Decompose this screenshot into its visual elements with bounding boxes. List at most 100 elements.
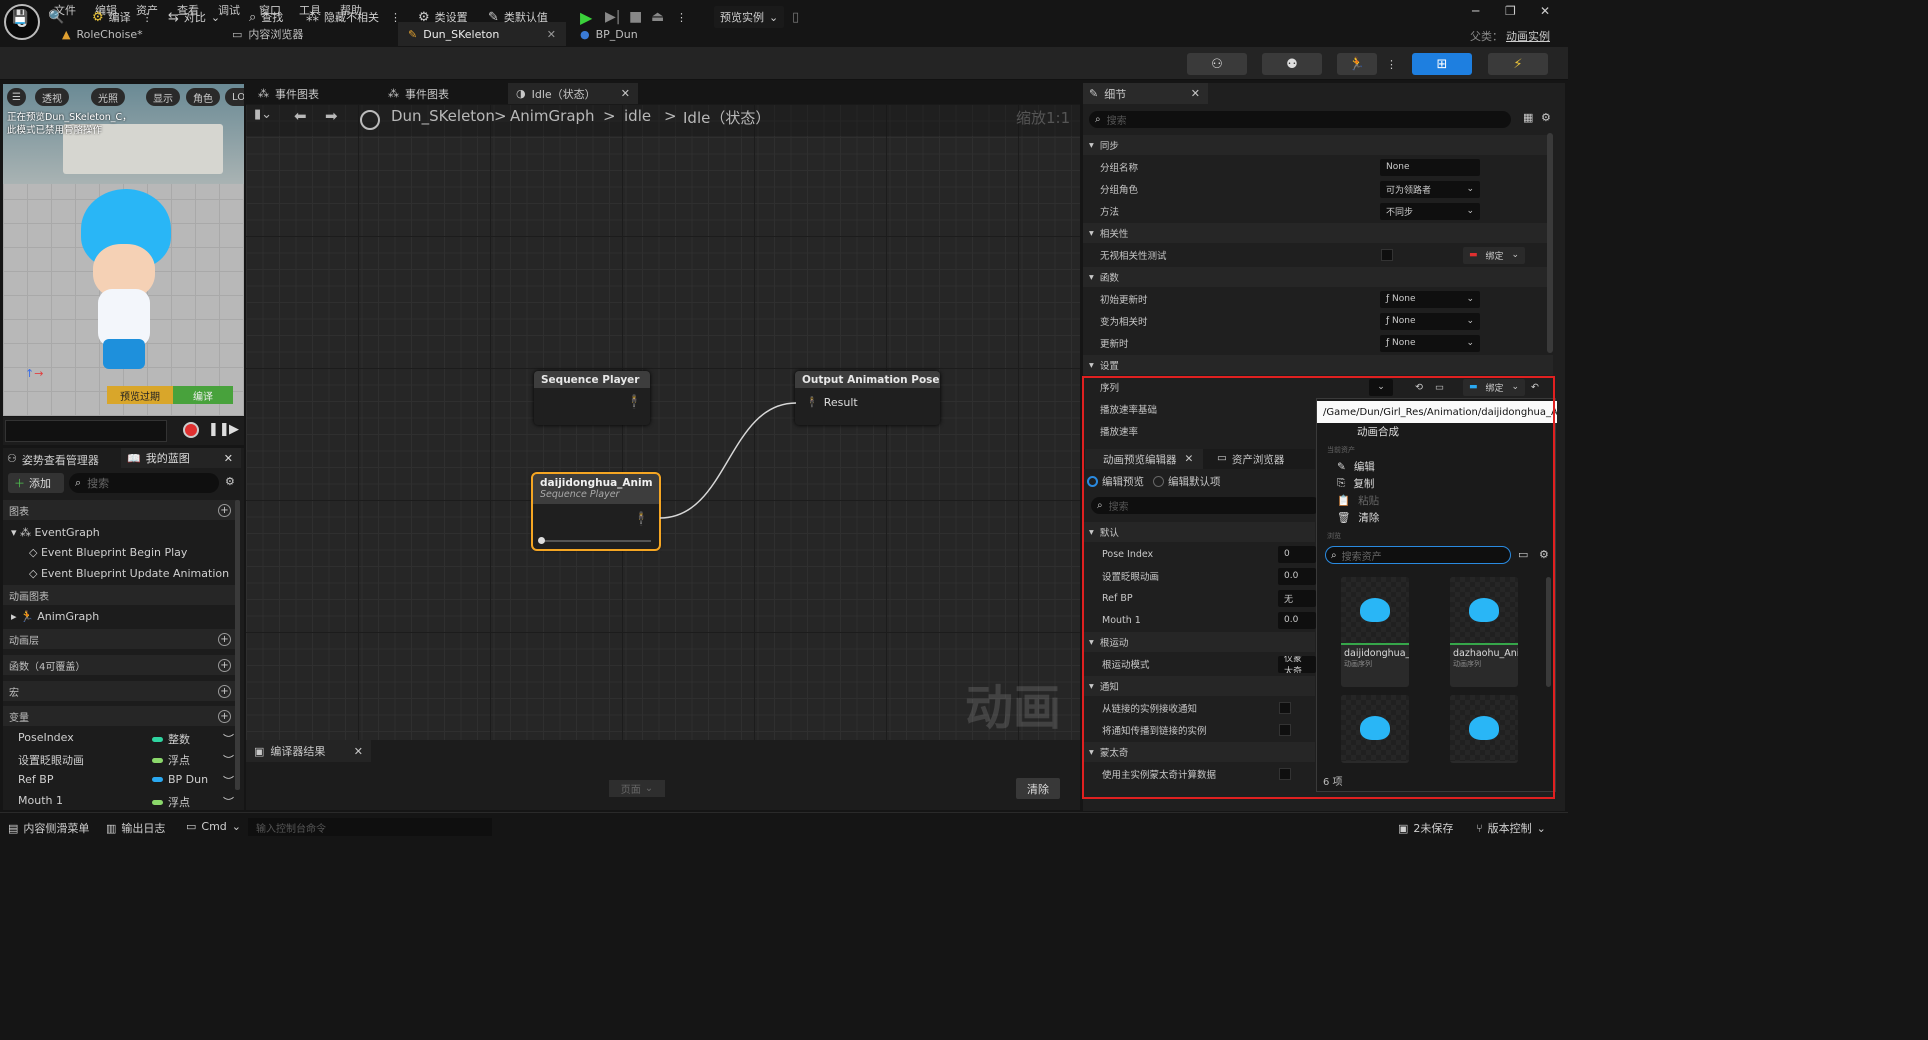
become-relevant-dropdown[interactable]: ƒ None ⌄ xyxy=(1380,312,1480,330)
close-icon[interactable]: ✕ xyxy=(547,28,556,41)
close-icon[interactable]: ✕ xyxy=(621,87,630,100)
asset-scrollbar[interactable] xyxy=(1546,577,1551,687)
root-motion-dropdown[interactable]: 仅蒙太奇 xyxy=(1278,655,1316,673)
asset-tile[interactable]: daijidonghua_Anim动画序列 xyxy=(1341,577,1409,687)
asset-tile[interactable] xyxy=(1450,695,1518,763)
blink-anim-field[interactable]: 0.0 xyxy=(1278,567,1316,585)
reset-arrow-icon[interactable]: ↶ xyxy=(1531,382,1539,393)
close-icon[interactable]: ✕ xyxy=(1185,453,1194,465)
details-scrollbar[interactable] xyxy=(1547,133,1553,353)
mesh-mode-button[interactable]: ⚉ xyxy=(1262,53,1322,75)
scrollbar[interactable] xyxy=(235,500,240,790)
crumb-idle[interactable]: idle xyxy=(624,107,651,125)
browse-folder-icon[interactable]: ▭ xyxy=(1435,382,1444,393)
section-sync[interactable]: ▾ 同步 xyxy=(1083,135,1553,155)
close-icon[interactable]: ✕ xyxy=(224,452,233,465)
result-pin[interactable]: 🕴 Result xyxy=(805,396,858,409)
console-input[interactable]: 输入控制台命令 xyxy=(248,818,492,836)
variable-row[interactable]: Mouth 1 浮点 ︶ xyxy=(18,794,238,809)
add-graph-icon[interactable]: + xyxy=(218,503,231,517)
add-layer-icon[interactable]: + xyxy=(218,632,231,646)
initial-update-dropdown[interactable]: ƒ None ⌄ xyxy=(1380,290,1480,308)
variable-row[interactable]: 设置眨眼动画 浮点 ︶ xyxy=(18,752,238,768)
tab-compiler-results[interactable]: ▣ 编译器结果 ✕ xyxy=(246,740,371,762)
find-button[interactable]: ⌕ 查找 xyxy=(249,6,283,28)
filter-folder-icon[interactable]: ▭ xyxy=(1518,548,1528,561)
tab-event-graph-2[interactable]: ⁂ 事件图表 xyxy=(380,83,457,104)
output-log-button[interactable]: ▥ 输出日志 xyxy=(106,820,165,836)
section-relevancy[interactable]: ▾ 相关性 xyxy=(1083,223,1553,243)
propagate-notify-checkbox[interactable] xyxy=(1279,724,1291,736)
preview-search-input[interactable]: ⌕ 搜索 xyxy=(1091,497,1321,514)
anim-composite-item[interactable]: 动画合成 xyxy=(1357,424,1399,439)
lighting-button[interactable]: 光照 xyxy=(91,88,125,106)
unsaved-button[interactable]: ▣ 2未保存 xyxy=(1398,820,1453,836)
cmd-dropdown[interactable]: ▭ Cmd ⌄ xyxy=(186,820,241,833)
tree-event-graph[interactable]: ▾ ⁂ EventGraph xyxy=(11,526,100,539)
compile-button[interactable]: ⚙ 编译 ⋮ xyxy=(92,6,153,28)
sequence-picker-dropdown[interactable]: ⌄ xyxy=(1369,378,1393,396)
sequence-player-node[interactable]: Sequence Player 🕴 xyxy=(534,371,650,425)
character-button[interactable]: 角色 xyxy=(186,88,220,106)
gear-icon[interactable]: ⚙ xyxy=(1539,548,1549,561)
mouth-field[interactable]: 0.0 xyxy=(1278,611,1316,629)
on-update-dropdown[interactable]: ƒ None ⌄ xyxy=(1380,334,1480,352)
play-forward-button[interactable]: ▶ xyxy=(229,422,239,437)
variable-row[interactable]: PoseIndex 整数 ︶ xyxy=(18,731,238,747)
pose-pin-icon[interactable]: 🕴 xyxy=(633,512,649,527)
settings-gear-icon[interactable]: ⚙ xyxy=(225,475,235,488)
forward-arrow-icon[interactable]: ➡ xyxy=(325,107,338,125)
use-selected-icon[interactable]: ⟲ xyxy=(1415,382,1423,393)
eye-icon[interactable]: ︶ xyxy=(223,752,234,768)
section-functions[interactable]: 函数（4可覆盖） + xyxy=(3,655,239,675)
tab-my-blueprint[interactable]: 📖 我的蓝图 ✕ xyxy=(121,448,241,468)
method-dropdown[interactable]: 不同步 ⌄ xyxy=(1380,202,1480,220)
perspective-button[interactable]: 透视 xyxy=(35,88,69,106)
crumb-blueprint[interactable]: Dun_SKeleton xyxy=(391,107,495,125)
section-anim-layers[interactable]: 动画层 + xyxy=(3,629,239,649)
group-role-dropdown[interactable]: 可为领路者 ⌄ xyxy=(1380,180,1480,198)
gear-icon[interactable]: ⚙ xyxy=(1541,111,1551,124)
record-button[interactable] xyxy=(183,422,199,438)
preview-instance-dropdown[interactable]: 预览实例 ⌄ xyxy=(714,6,785,28)
tree-begin-play[interactable]: ◇ Event Blueprint Begin Play xyxy=(29,546,187,559)
section-notify[interactable]: ▾ 通知 xyxy=(1083,676,1315,696)
preview-viewport[interactable]: ☰ 透视 光照 显示 角色 LO 正在预览Dun_SKeleton_C， 此模式已… xyxy=(3,84,244,416)
skeleton-mode-button[interactable]: ⚇ xyxy=(1187,53,1247,75)
add-button[interactable]: ＋添加 xyxy=(8,473,64,493)
menu-clear-item[interactable]: 🗑 清除 xyxy=(1337,510,1379,525)
tab-anim-preview-editor[interactable]: 动画预览编辑器 ✕ xyxy=(1085,449,1203,469)
hide-unrelated-button[interactable]: ⁂ 隐藏不相关 ⋮ xyxy=(306,6,401,28)
add-variable-icon[interactable]: + xyxy=(218,709,231,723)
menu-debug[interactable]: 调试 xyxy=(218,2,240,18)
eye-icon[interactable]: ︶ xyxy=(223,731,234,747)
show-button[interactable]: 显示 xyxy=(146,88,180,106)
parent-class-link[interactable]: 动画实例 xyxy=(1506,28,1550,44)
group-name-field[interactable]: None xyxy=(1380,158,1480,176)
bookmark-icon[interactable]: ▮⌄ xyxy=(254,107,272,122)
receive-notify-checkbox[interactable] xyxy=(1279,702,1291,714)
section-graphs[interactable]: 图表 + xyxy=(3,500,239,520)
tab-asset-browser[interactable]: ▭ 资产浏览器 xyxy=(1217,452,1284,467)
browse-icon[interactable]: 🔍 xyxy=(48,6,64,28)
section-functions[interactable]: ▾ 函数 xyxy=(1083,267,1553,287)
debug-object-icon[interactable]: ▯ xyxy=(792,6,799,28)
play-button[interactable]: ▶ xyxy=(580,6,592,28)
asset-tile[interactable]: dazhaohu_Anim动画序列 xyxy=(1450,577,1518,687)
pose-pin-icon[interactable]: 🕴 xyxy=(626,395,642,410)
section-variables[interactable]: 变量 + xyxy=(3,706,239,726)
section-root-motion[interactable]: ▾ 根运动 xyxy=(1083,632,1315,652)
eye-icon[interactable]: ︶ xyxy=(223,773,234,789)
ref-bp-field[interactable]: 无 xyxy=(1278,589,1316,607)
section-settings[interactable]: ▾ 设置 xyxy=(1083,355,1553,375)
class-settings-button[interactable]: ⚙ 类设置 xyxy=(418,6,468,28)
clear-button[interactable]: 清除 xyxy=(1016,778,1060,799)
version-control-button[interactable]: ⑂ 版本控制 ⌄ xyxy=(1476,820,1546,836)
add-macro-icon[interactable]: + xyxy=(218,684,231,698)
variable-row[interactable]: Ref BP BP Dun ︶ xyxy=(18,773,238,789)
close-window-button[interactable]: ✕ xyxy=(1540,4,1550,18)
montage-eval-checkbox[interactable] xyxy=(1279,768,1291,780)
ignore-relevancy-checkbox[interactable] xyxy=(1381,249,1393,261)
daijidonghua-node[interactable]: daijidonghua_Anim Sequence Player 🕴 xyxy=(531,472,661,551)
stop-button[interactable]: ■ xyxy=(629,6,642,28)
